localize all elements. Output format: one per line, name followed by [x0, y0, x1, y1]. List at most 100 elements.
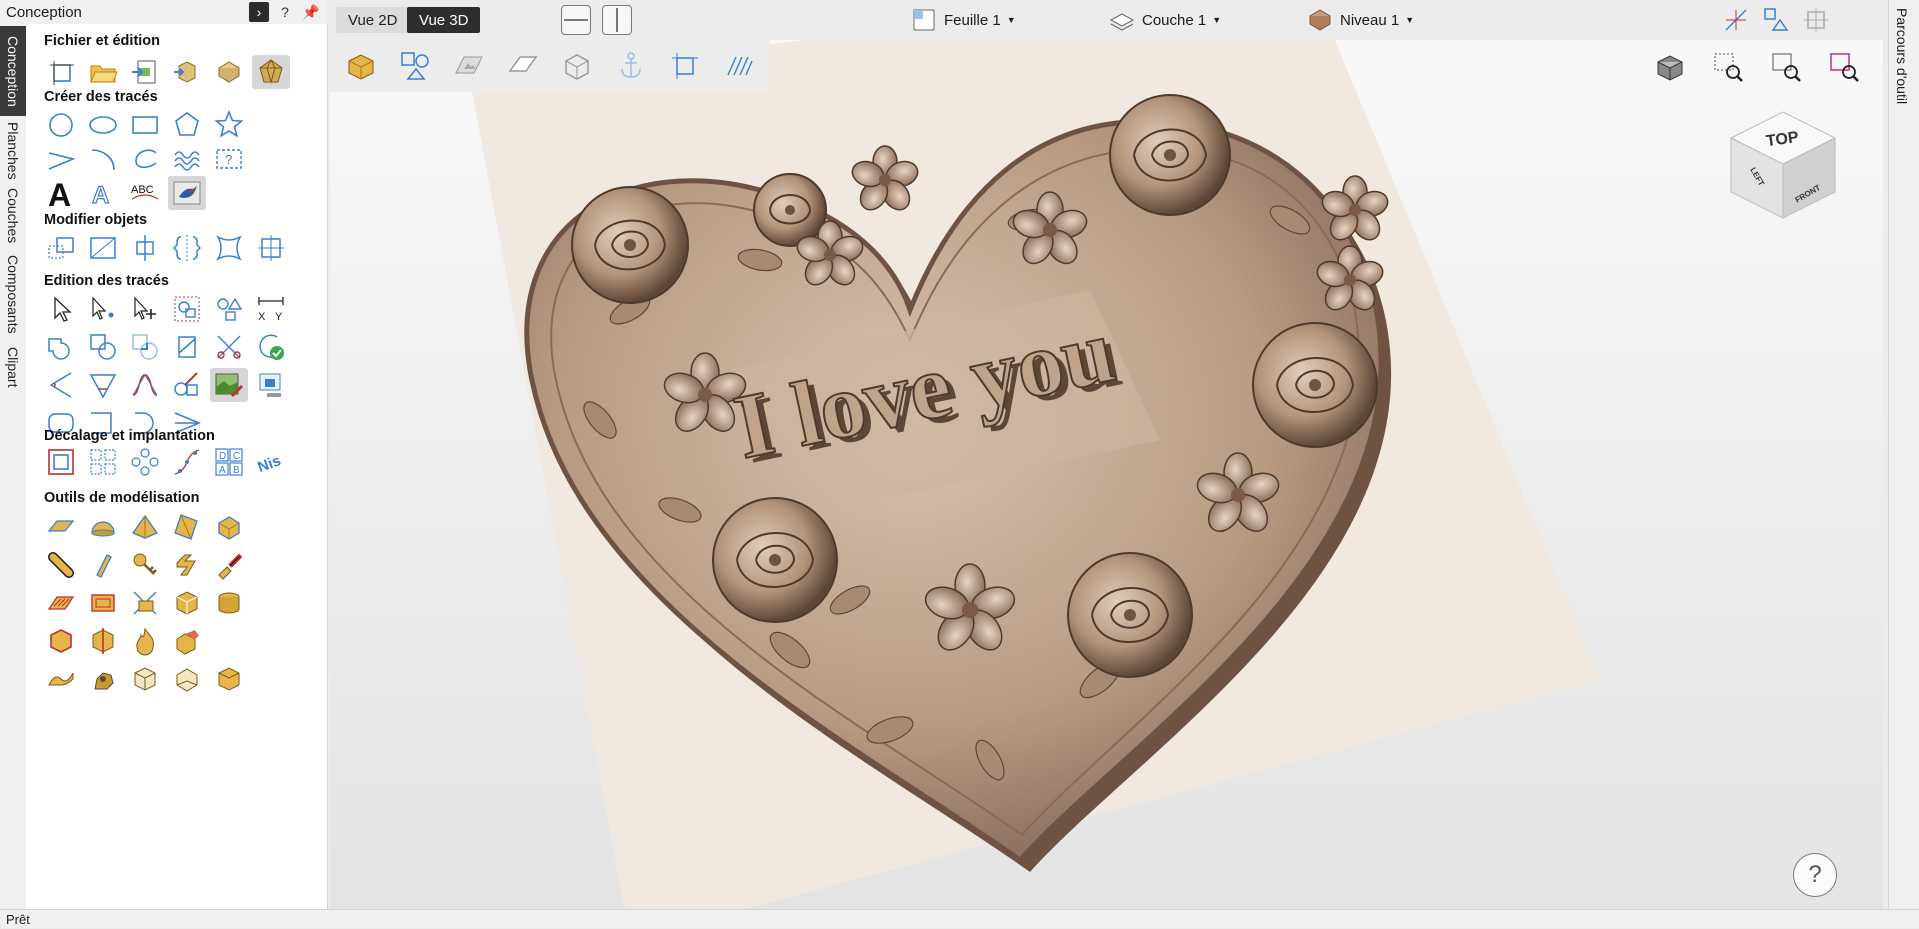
chamfer-tool[interactable]	[84, 368, 122, 402]
pin-icon[interactable]: 📌	[301, 2, 321, 22]
weld-tool[interactable]	[42, 330, 80, 364]
node-snap-tool[interactable]	[1761, 5, 1791, 35]
tab-couches[interactable]: Couches	[0, 186, 26, 246]
star-tool[interactable]	[210, 108, 248, 142]
split-vertical-button[interactable]	[602, 5, 632, 35]
transform-3d-tool[interactable]	[252, 55, 290, 89]
toolpath-preview-tool[interactable]	[720, 47, 758, 85]
trim-tool[interactable]	[168, 330, 206, 364]
move-tool[interactable]	[42, 231, 80, 265]
view-2d-button[interactable]: Vue 2D	[336, 7, 410, 33]
text-tool[interactable]: A	[42, 176, 80, 210]
create-shape-tool[interactable]	[42, 510, 80, 544]
import-components-tool[interactable]	[168, 55, 206, 89]
select-tool[interactable]	[42, 292, 80, 326]
measure-tool[interactable]: XY	[252, 292, 290, 326]
copy-along-vector-tool[interactable]	[168, 445, 206, 479]
wireframe-tool[interactable]	[558, 47, 596, 85]
wave-tool[interactable]	[168, 142, 206, 176]
smooth-tool[interactable]	[126, 368, 164, 402]
stack-tool[interactable]	[210, 586, 248, 620]
level-dropdown[interactable]: Niveau 1 ▼	[1306, 6, 1414, 34]
text-on-curve-tool[interactable]: ABC	[126, 176, 164, 210]
arc-tool[interactable]	[84, 142, 122, 176]
circle-tool[interactable]	[42, 108, 80, 142]
3d-viewport[interactable]: I love you I love you TOP LEFT FRONT ?	[330, 40, 1883, 909]
array-copy-tool[interactable]	[84, 445, 122, 479]
relief-scene[interactable]: I love you I love you	[330, 40, 1883, 909]
bitmap-to-vector-tool[interactable]	[252, 368, 290, 402]
job-setup-tool[interactable]	[42, 55, 80, 89]
scissors-tool[interactable]	[210, 330, 248, 364]
polygon-tool[interactable]	[168, 108, 206, 142]
layer-dropdown[interactable]: Couche 1 ▼	[1108, 6, 1221, 34]
prism-tool[interactable]	[168, 510, 206, 544]
intersect-tool[interactable]	[126, 330, 164, 364]
zoom-fit-tool[interactable]	[1767, 48, 1805, 86]
nesting-tool[interactable]: Nis	[252, 445, 290, 479]
node-edit-tool[interactable]	[84, 292, 122, 326]
close-vectors-tool[interactable]	[252, 330, 290, 364]
import-vectors-tool[interactable]	[126, 55, 164, 89]
panel-help-button[interactable]: ?	[275, 2, 295, 22]
import-bitmap-tool[interactable]	[210, 55, 248, 89]
weld-shapes-tool[interactable]	[210, 292, 248, 326]
view-3d-button[interactable]: Vue 3D	[407, 7, 481, 33]
circular-array-tool[interactable]	[126, 445, 164, 479]
fade-tool[interactable]	[84, 586, 122, 620]
snap-tool[interactable]	[1721, 5, 1751, 35]
distort-tool[interactable]	[210, 231, 248, 265]
sheet-dropdown[interactable]: Feuille 1 ▼	[910, 6, 1016, 34]
scale-tool[interactable]	[252, 231, 290, 265]
extrude-tool[interactable]	[210, 510, 248, 544]
offset-tool[interactable]	[42, 445, 80, 479]
center-tool[interactable]	[126, 231, 164, 265]
reset-model-tool[interactable]	[168, 662, 206, 696]
spin-tool[interactable]	[168, 548, 206, 582]
bitmap-trace-tool[interactable]	[168, 176, 206, 210]
draw-shape-tool[interactable]: ?	[210, 142, 248, 176]
help-button[interactable]: ?	[1793, 853, 1837, 897]
flame-tool[interactable]	[126, 624, 164, 658]
shading-tool[interactable]	[1651, 48, 1689, 86]
rectangle-tool[interactable]	[126, 108, 164, 142]
line-tool[interactable]	[42, 142, 80, 176]
transform-cursor-tool[interactable]	[126, 292, 164, 326]
tab-planches[interactable]: Planches	[0, 120, 26, 182]
bake-tool[interactable]	[126, 662, 164, 696]
group-tool[interactable]	[168, 292, 206, 326]
boundary-tool[interactable]	[666, 47, 704, 85]
extrude-drive-tool[interactable]	[42, 548, 80, 582]
zoom-box-tool[interactable]	[1709, 48, 1747, 86]
split-horizontal-button[interactable]	[561, 5, 591, 35]
tab-conception[interactable]: Conception	[0, 26, 26, 116]
grid-snap-tool[interactable]	[1801, 5, 1831, 35]
tab-clipart[interactable]: Clipart	[0, 342, 26, 392]
fillet-tool[interactable]	[42, 368, 80, 402]
texture-tool[interactable]	[42, 586, 80, 620]
plane-tool[interactable]	[504, 47, 542, 85]
dome-tool[interactable]	[84, 510, 122, 544]
image-overlay-tool[interactable]	[450, 47, 488, 85]
slice-model-tool[interactable]	[168, 624, 206, 658]
zero-plane-tool[interactable]	[42, 624, 80, 658]
clear-model-tool[interactable]	[210, 662, 248, 696]
edit-bitmap-tool[interactable]	[210, 368, 248, 402]
navigation-cube[interactable]: TOP LEFT FRONT	[1723, 106, 1843, 226]
join-vectors-tool[interactable]	[168, 368, 206, 402]
offset-model-tool[interactable]	[84, 624, 122, 658]
two-rail-tool[interactable]	[84, 548, 122, 582]
material-setup-tool[interactable]	[342, 47, 380, 85]
turn-tool[interactable]	[126, 548, 164, 582]
anchor-tool[interactable]	[612, 47, 650, 85]
tab-composants[interactable]: Composants	[0, 250, 26, 338]
align-tool[interactable]	[84, 231, 122, 265]
curve-tool[interactable]	[126, 142, 164, 176]
sculpt-tool[interactable]	[210, 548, 248, 582]
collapse-panel-button[interactable]: ›	[249, 2, 269, 22]
mirror-tool[interactable]	[168, 231, 206, 265]
zoom-selection-tool[interactable]	[1825, 48, 1863, 86]
subtract-tool[interactable]	[84, 330, 122, 364]
bend-tool[interactable]	[84, 662, 122, 696]
labels-tool[interactable]: DCAB	[210, 445, 248, 479]
